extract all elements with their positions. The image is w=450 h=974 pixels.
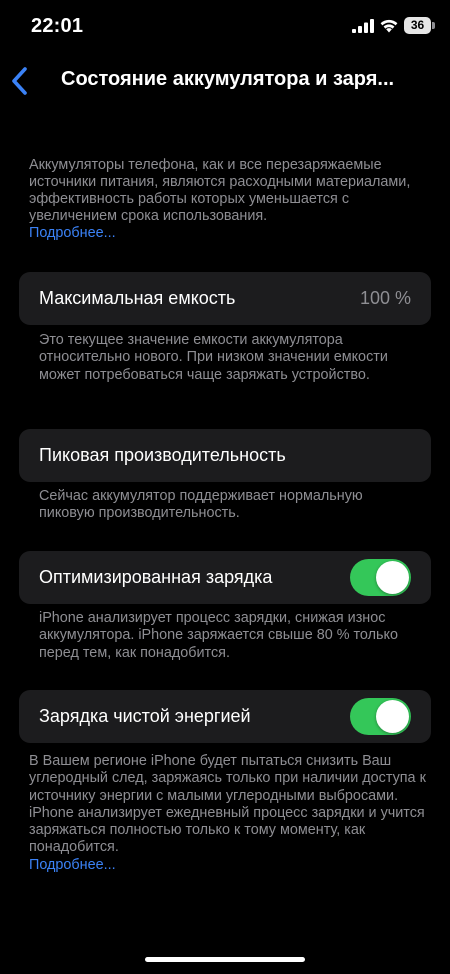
chevron-left-icon <box>12 67 27 95</box>
clean-energy-charging-label: Зарядка чистой энергией <box>39 706 251 726</box>
battery-health-screen: 22:01 36 Состояние аккумулятора и заря..… <box>0 0 450 974</box>
learn-more-link[interactable]: Подробнее... <box>29 225 116 241</box>
clean-energy-charging-footnote: В Вашем регионе iPhone будет пытаться сн… <box>29 753 429 874</box>
max-capacity-footnote: Это текущее значение емкости аккумулятор… <box>39 332 388 383</box>
optimized-charging-label: Оптимизированная зарядка <box>39 567 273 587</box>
peak-performance-label: Пиковая производительность <box>39 445 286 465</box>
clean-energy-charging-row: Зарядка чистой энергией <box>19 690 431 743</box>
cellular-signal-icon <box>352 19 374 33</box>
back-button[interactable] <box>8 64 38 98</box>
status-time: 22:01 <box>31 15 84 37</box>
clean-energy-footnote-text: В Вашем регионе iPhone будет пытаться сн… <box>29 753 426 856</box>
peak-performance-row: Пиковая производительность <box>19 429 431 482</box>
navigation-bar: Состояние аккумулятора и заря... <box>0 56 450 106</box>
optimized-charging-footnote: iPhone анализирует процесс зарядки, сниж… <box>39 610 398 661</box>
toggle-knob <box>376 561 409 594</box>
toggle-knob <box>376 700 409 733</box>
max-capacity-row: Максимальная емкость 100 % <box>19 272 431 325</box>
page-title: Состояние аккумулятора и заря... <box>61 68 395 90</box>
max-capacity-value: 100 % <box>359 288 411 308</box>
max-capacity-label: Максимальная емкость <box>39 288 236 308</box>
learn-more-link-2[interactable]: Подробнее... <box>29 857 116 873</box>
status-bar: 22:01 36 <box>0 0 450 56</box>
optimized-charging-row: Оптимизированная зарядка <box>19 551 431 604</box>
intro-description: Аккумуляторы телефона, как и все перезар… <box>29 157 429 242</box>
battery-level-text: 36 <box>410 18 425 32</box>
wifi-icon <box>380 19 398 33</box>
peak-performance-footnote: Сейчас аккумулятор поддерживает нормальн… <box>39 488 363 522</box>
home-indicator[interactable] <box>145 957 305 962</box>
battery-icon: 36 <box>404 17 435 34</box>
intro-text: Аккумуляторы телефона, как и все перезар… <box>29 157 411 224</box>
clean-energy-charging-toggle[interactable] <box>350 698 411 735</box>
optimized-charging-toggle[interactable] <box>350 559 411 596</box>
